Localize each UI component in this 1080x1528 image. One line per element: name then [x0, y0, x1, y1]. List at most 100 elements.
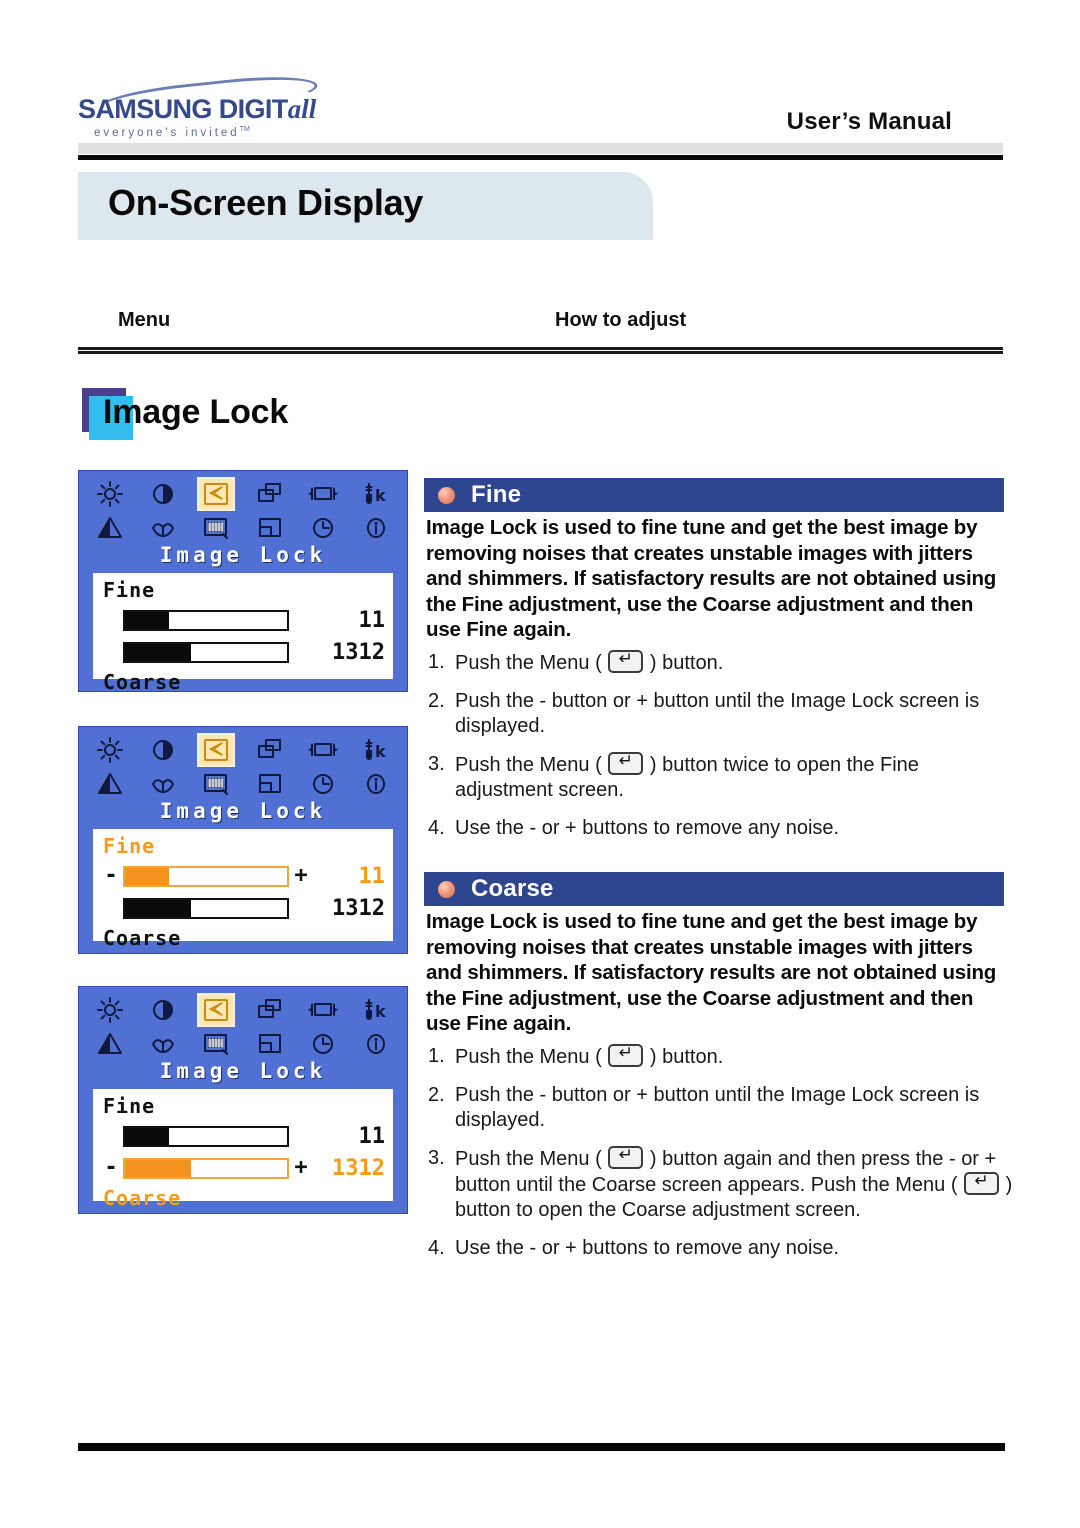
page-title-bar-tail [573, 172, 653, 240]
osd-fine-row: 11 [103, 1121, 385, 1151]
step-number: 1. [428, 651, 445, 673]
osd-fine-row: - +11 [103, 861, 385, 891]
instruction-step: 2. Push the - button or + button until th… [428, 1083, 1014, 1133]
color-temp-kelvin-icon[interactable]: k [359, 479, 393, 509]
users-manual-label: User’s Manual [786, 108, 952, 135]
osd-slider-track[interactable] [123, 609, 289, 631]
step-text: Push the - button or + button until the … [455, 690, 980, 737]
step-number: 2. [428, 690, 445, 712]
moire-icon[interactable] [199, 513, 233, 543]
step-number: 4. [428, 817, 445, 839]
osd-plus-button[interactable]: + [293, 1157, 309, 1179]
contrast-icon[interactable] [146, 995, 180, 1025]
color-temp-kelvin-icon[interactable]: k [359, 735, 393, 765]
osd-icon-row-2 [87, 1027, 399, 1061]
osd-coarse-row: 1312 [103, 637, 385, 667]
brightness-icon[interactable] [93, 735, 127, 765]
instruction-step: 3. Push the Menu ( ) button again and the… [428, 1143, 1014, 1223]
osd-fine-label: Fine [103, 834, 156, 858]
information-icon[interactable] [359, 1029, 393, 1059]
position-icon[interactable] [253, 995, 287, 1025]
instruction-step: 4. Use the - or + buttons to remove any n… [428, 1236, 1014, 1261]
osd-slider-fill [125, 1159, 192, 1177]
color-control-icon[interactable] [146, 513, 180, 543]
menu-enter-button-icon [608, 647, 644, 673]
moire-icon[interactable] [199, 1029, 233, 1059]
step-text: Use the - or + buttons to remove any noi… [455, 817, 840, 839]
menu-enter-button-icon [608, 1041, 644, 1067]
brightness-icon[interactable] [93, 995, 127, 1025]
osd-icon-grid: k [87, 477, 399, 545]
position-icon[interactable] [253, 479, 287, 509]
osd-slider-track[interactable] [123, 641, 289, 663]
step-number: 4. [428, 1237, 445, 1259]
menu-enter-button-icon [608, 749, 644, 775]
logo-wordmark: SAMSUNG DIGITall [78, 94, 316, 125]
step-number: 1. [428, 1045, 445, 1067]
osd-slider-fill [125, 899, 192, 917]
osd-icon-row-2 [87, 511, 399, 545]
section-label-text: Image Lock [103, 393, 289, 431]
osd-position-icon[interactable] [253, 1029, 287, 1059]
gamma-icon[interactable] [93, 769, 127, 799]
osd-plus-button[interactable]: + [293, 865, 309, 887]
image-lock-icon[interactable] [197, 477, 236, 511]
osd-position-icon[interactable] [253, 513, 287, 543]
osd-icon-row-2 [87, 767, 399, 801]
information-icon[interactable] [359, 513, 393, 543]
position-icon[interactable] [253, 735, 287, 765]
osd-slider-track[interactable] [123, 897, 289, 919]
color-control-icon[interactable] [146, 1029, 180, 1059]
h-size-icon[interactable] [306, 479, 340, 509]
step-number: 3. [428, 1147, 445, 1169]
osd-minus-button[interactable]: - [103, 865, 119, 887]
osd-icon-grid: k [87, 733, 399, 801]
logo-wordmark-main: SAMSUNG DIGIT [78, 94, 288, 124]
logo-tagline-tm: TM [239, 126, 250, 133]
column-header-how-to-adjust: How to adjust [555, 309, 687, 331]
osd-slider-track[interactable] [123, 865, 289, 887]
osd-menu-title: Image Lock [159, 799, 327, 823]
reset-clock-icon[interactable] [306, 769, 340, 799]
osd-value: 1312 [332, 1155, 385, 1181]
section-description-fine: Image Lock is used to fine tune and get … [426, 516, 997, 641]
brightness-icon[interactable] [93, 479, 127, 509]
menu-enter-button-icon [608, 1143, 644, 1169]
color-control-icon[interactable] [146, 769, 180, 799]
image-lock-icon[interactable] [197, 733, 236, 767]
step-text: Push the Menu ( ) button. [455, 1041, 1014, 1070]
section-steps-fine: 1. Push the Menu ( ) button. 2. Push the - … [428, 647, 1014, 854]
moire-icon[interactable] [199, 769, 233, 799]
osd-slider-track[interactable] [123, 1125, 289, 1147]
h-size-icon[interactable] [306, 735, 340, 765]
step-text: Push the Menu ( ) button again and then … [455, 1143, 1014, 1223]
h-size-icon[interactable] [306, 995, 340, 1025]
osd-value-panel: Fine 11 1312 Coarse [93, 573, 393, 694]
osd-slider-fill [125, 643, 192, 661]
contrast-icon[interactable] [146, 735, 180, 765]
header-gray-band [78, 143, 1003, 154]
logo-tagline: everyone's invitedTM [94, 126, 250, 139]
reset-clock-icon[interactable] [306, 1029, 340, 1059]
section-header-coarse: Coarse [424, 872, 1004, 906]
color-temp-kelvin-icon[interactable]: k [359, 995, 393, 1025]
contrast-icon[interactable] [146, 479, 180, 509]
osd-position-icon[interactable] [253, 769, 287, 799]
bullet-sphere-icon [438, 486, 455, 504]
step-text: Use the - or + buttons to remove any noi… [455, 1237, 840, 1259]
osd-coarse-row: - +1312 [103, 1153, 385, 1183]
reset-clock-icon[interactable] [306, 513, 340, 543]
samsung-logo: SAMSUNG DIGITall everyone's invitedTM [78, 70, 338, 140]
gamma-icon[interactable] [93, 1029, 127, 1059]
osd-icon-row-1: k [87, 993, 399, 1027]
column-header-menu: Menu [118, 309, 171, 331]
osd-slider-track[interactable] [123, 1157, 289, 1179]
image-lock-icon[interactable] [197, 993, 236, 1027]
instruction-step: 1. Push the Menu ( ) button. [428, 1041, 1014, 1070]
page-title-bar: On-Screen Display [78, 172, 653, 240]
gamma-icon[interactable] [93, 513, 127, 543]
osd-value: 11 [358, 863, 386, 889]
osd-minus-button[interactable]: - [103, 1157, 119, 1179]
osd-icon-row-1: k [87, 477, 399, 511]
information-icon[interactable] [359, 769, 393, 799]
